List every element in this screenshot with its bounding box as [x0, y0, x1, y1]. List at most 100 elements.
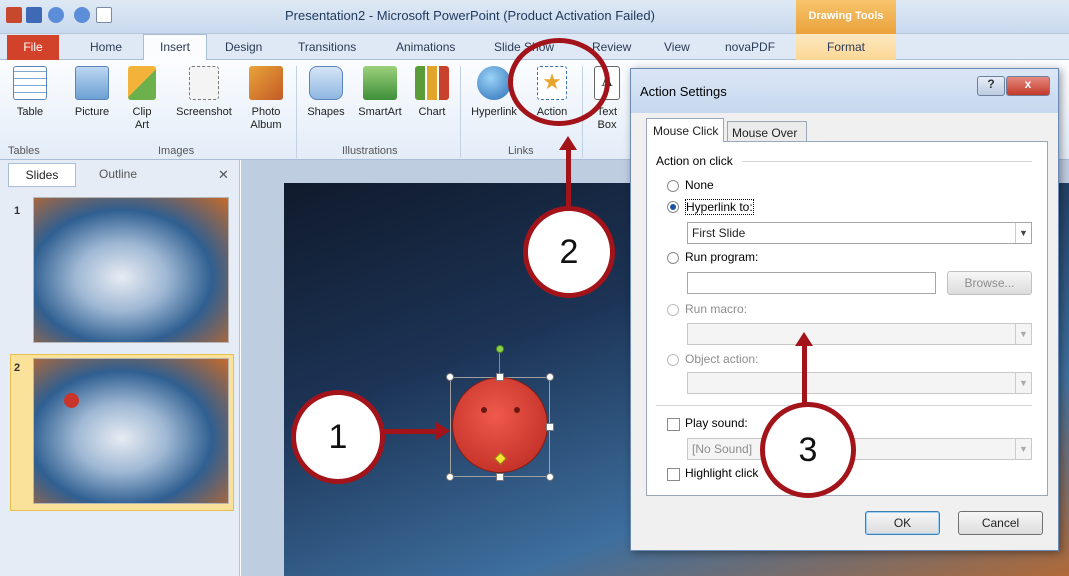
section-divider [656, 405, 1032, 406]
resize-handle[interactable] [446, 473, 454, 481]
tab-novapdf[interactable]: novaPDF [725, 40, 775, 54]
tab-home[interactable]: Home [90, 40, 122, 54]
highlight-click-label: Highlight click [685, 466, 759, 480]
slide-number: 2 [14, 362, 21, 374]
screenshot-button[interactable]: Screenshot [168, 66, 240, 119]
tab-insert[interactable]: Insert [143, 34, 207, 61]
picture-button[interactable]: Picture [68, 66, 116, 119]
hyperlink-radio[interactable] [667, 201, 679, 213]
photo-album-icon [249, 66, 283, 100]
highlight-click-checkbox[interactable] [667, 468, 680, 481]
run-macro-radio[interactable] [667, 304, 679, 316]
new-document-icon[interactable] [96, 7, 112, 23]
shape-eye [481, 407, 487, 413]
tab-format[interactable]: Format [796, 34, 896, 60]
chart-label: Chart [418, 106, 446, 118]
rotation-handle[interactable] [496, 345, 504, 353]
dialog-title: Action Settings [640, 84, 727, 99]
resize-handle[interactable] [496, 373, 504, 381]
save-icon[interactable] [26, 7, 42, 23]
group-label-images: Images [158, 145, 195, 157]
slide-thumbnail-1[interactable] [33, 197, 229, 343]
arrowhead-icon [559, 136, 577, 150]
run-macro-label: Run macro: [685, 302, 748, 316]
tab-mouse-over[interactable]: Mouse Over [727, 121, 807, 142]
run-program-label: Run program: [685, 250, 759, 264]
action-on-click-label: Action on click [656, 154, 733, 168]
ok-button[interactable]: OK [865, 511, 940, 535]
chevron-down-icon: ▼ [1015, 223, 1031, 243]
tab-mouse-click[interactable]: Mouse Click [646, 118, 724, 142]
table-icon [13, 66, 47, 100]
clip-art-button[interactable]: Clip Art [124, 66, 160, 132]
tab-animations[interactable]: Animations [396, 40, 455, 54]
run-program-radio[interactable] [667, 252, 679, 264]
picture-label: Picture [74, 106, 110, 118]
smartart-button[interactable]: SmartArt [352, 66, 408, 119]
smartart-icon [363, 66, 397, 100]
group-label-links: Links [508, 145, 534, 157]
photo-album-button[interactable]: Photo Album [244, 66, 288, 132]
browse-button[interactable]: Browse... [947, 271, 1032, 295]
screenshot-label: Screenshot [176, 106, 232, 118]
help-button[interactable]: ? [977, 76, 1005, 96]
group-label-tables: Tables [8, 145, 40, 157]
powerpoint-logo-icon [6, 7, 22, 23]
none-radio[interactable] [667, 180, 679, 192]
resize-handle[interactable] [546, 473, 554, 481]
group-label-illustrations: Illustrations [342, 145, 398, 157]
globe-icon [477, 66, 511, 100]
sound-select-value: [No Sound] [692, 442, 753, 456]
tab-design[interactable]: Design [225, 40, 262, 54]
redo-icon[interactable] [74, 7, 90, 23]
annotation-arrow-2 [566, 146, 571, 208]
sound-select[interactable]: [No Sound] ▼ [687, 438, 1032, 460]
chart-button[interactable]: Chart [412, 66, 452, 119]
hyperlink-select[interactable]: First Slide ▼ [687, 222, 1032, 244]
smartart-label: SmartArt [358, 106, 402, 118]
object-action-select[interactable]: ▼ [687, 372, 1032, 394]
shapes-button[interactable]: Shapes [303, 66, 349, 119]
resize-handle[interactable] [546, 423, 554, 431]
resize-handle[interactable] [546, 373, 554, 381]
annotation-arrow-3 [802, 344, 807, 406]
annotation-circle-2: 2 [523, 206, 615, 298]
cancel-button[interactable]: Cancel [958, 511, 1043, 535]
resize-handle[interactable] [496, 473, 504, 481]
hyperlink-select-value: First Slide [692, 226, 746, 240]
undo-icon[interactable] [48, 7, 64, 23]
object-action-radio[interactable] [667, 354, 679, 366]
close-button[interactable]: x [1006, 76, 1050, 96]
table-label: Table [16, 106, 44, 118]
object-action-label: Object action: [685, 352, 759, 366]
tab-outline[interactable]: Outline [82, 163, 154, 187]
tab-transitions[interactable]: Transitions [298, 40, 356, 54]
screenshot-icon [189, 66, 219, 100]
group-divider [742, 161, 1032, 162]
picture-icon [75, 66, 109, 100]
run-program-input[interactable] [687, 272, 936, 294]
tab-view[interactable]: View [664, 40, 690, 54]
play-sound-label: Play sound: [685, 416, 748, 430]
slide-thumbnail-2[interactable] [33, 358, 229, 504]
tab-file[interactable]: File [7, 35, 59, 60]
slide-number: 1 [14, 205, 21, 217]
drawing-tools-context-tab: Drawing Tools [796, 0, 896, 34]
close-pane-icon[interactable]: ✕ [218, 167, 229, 183]
chart-icon [415, 66, 449, 100]
table-button[interactable]: Table [8, 66, 52, 119]
tab-slides[interactable]: Slides [8, 163, 76, 187]
photo-album-label: Photo Album [250, 106, 282, 131]
window-title: Presentation2 - Microsoft PowerPoint (Pr… [285, 8, 655, 23]
shapes-icon [309, 66, 343, 100]
shape-eye [514, 407, 520, 413]
arrowhead-icon [795, 332, 813, 346]
run-macro-select[interactable]: ▼ [687, 323, 1032, 345]
chevron-down-icon: ▼ [1015, 373, 1031, 393]
clip-art-icon [128, 66, 156, 100]
tab-review[interactable]: Review [592, 40, 631, 54]
play-sound-checkbox[interactable] [667, 418, 680, 431]
annotation-highlight-ring [508, 38, 610, 126]
resize-handle[interactable] [446, 373, 454, 381]
chevron-down-icon: ▼ [1015, 439, 1031, 459]
